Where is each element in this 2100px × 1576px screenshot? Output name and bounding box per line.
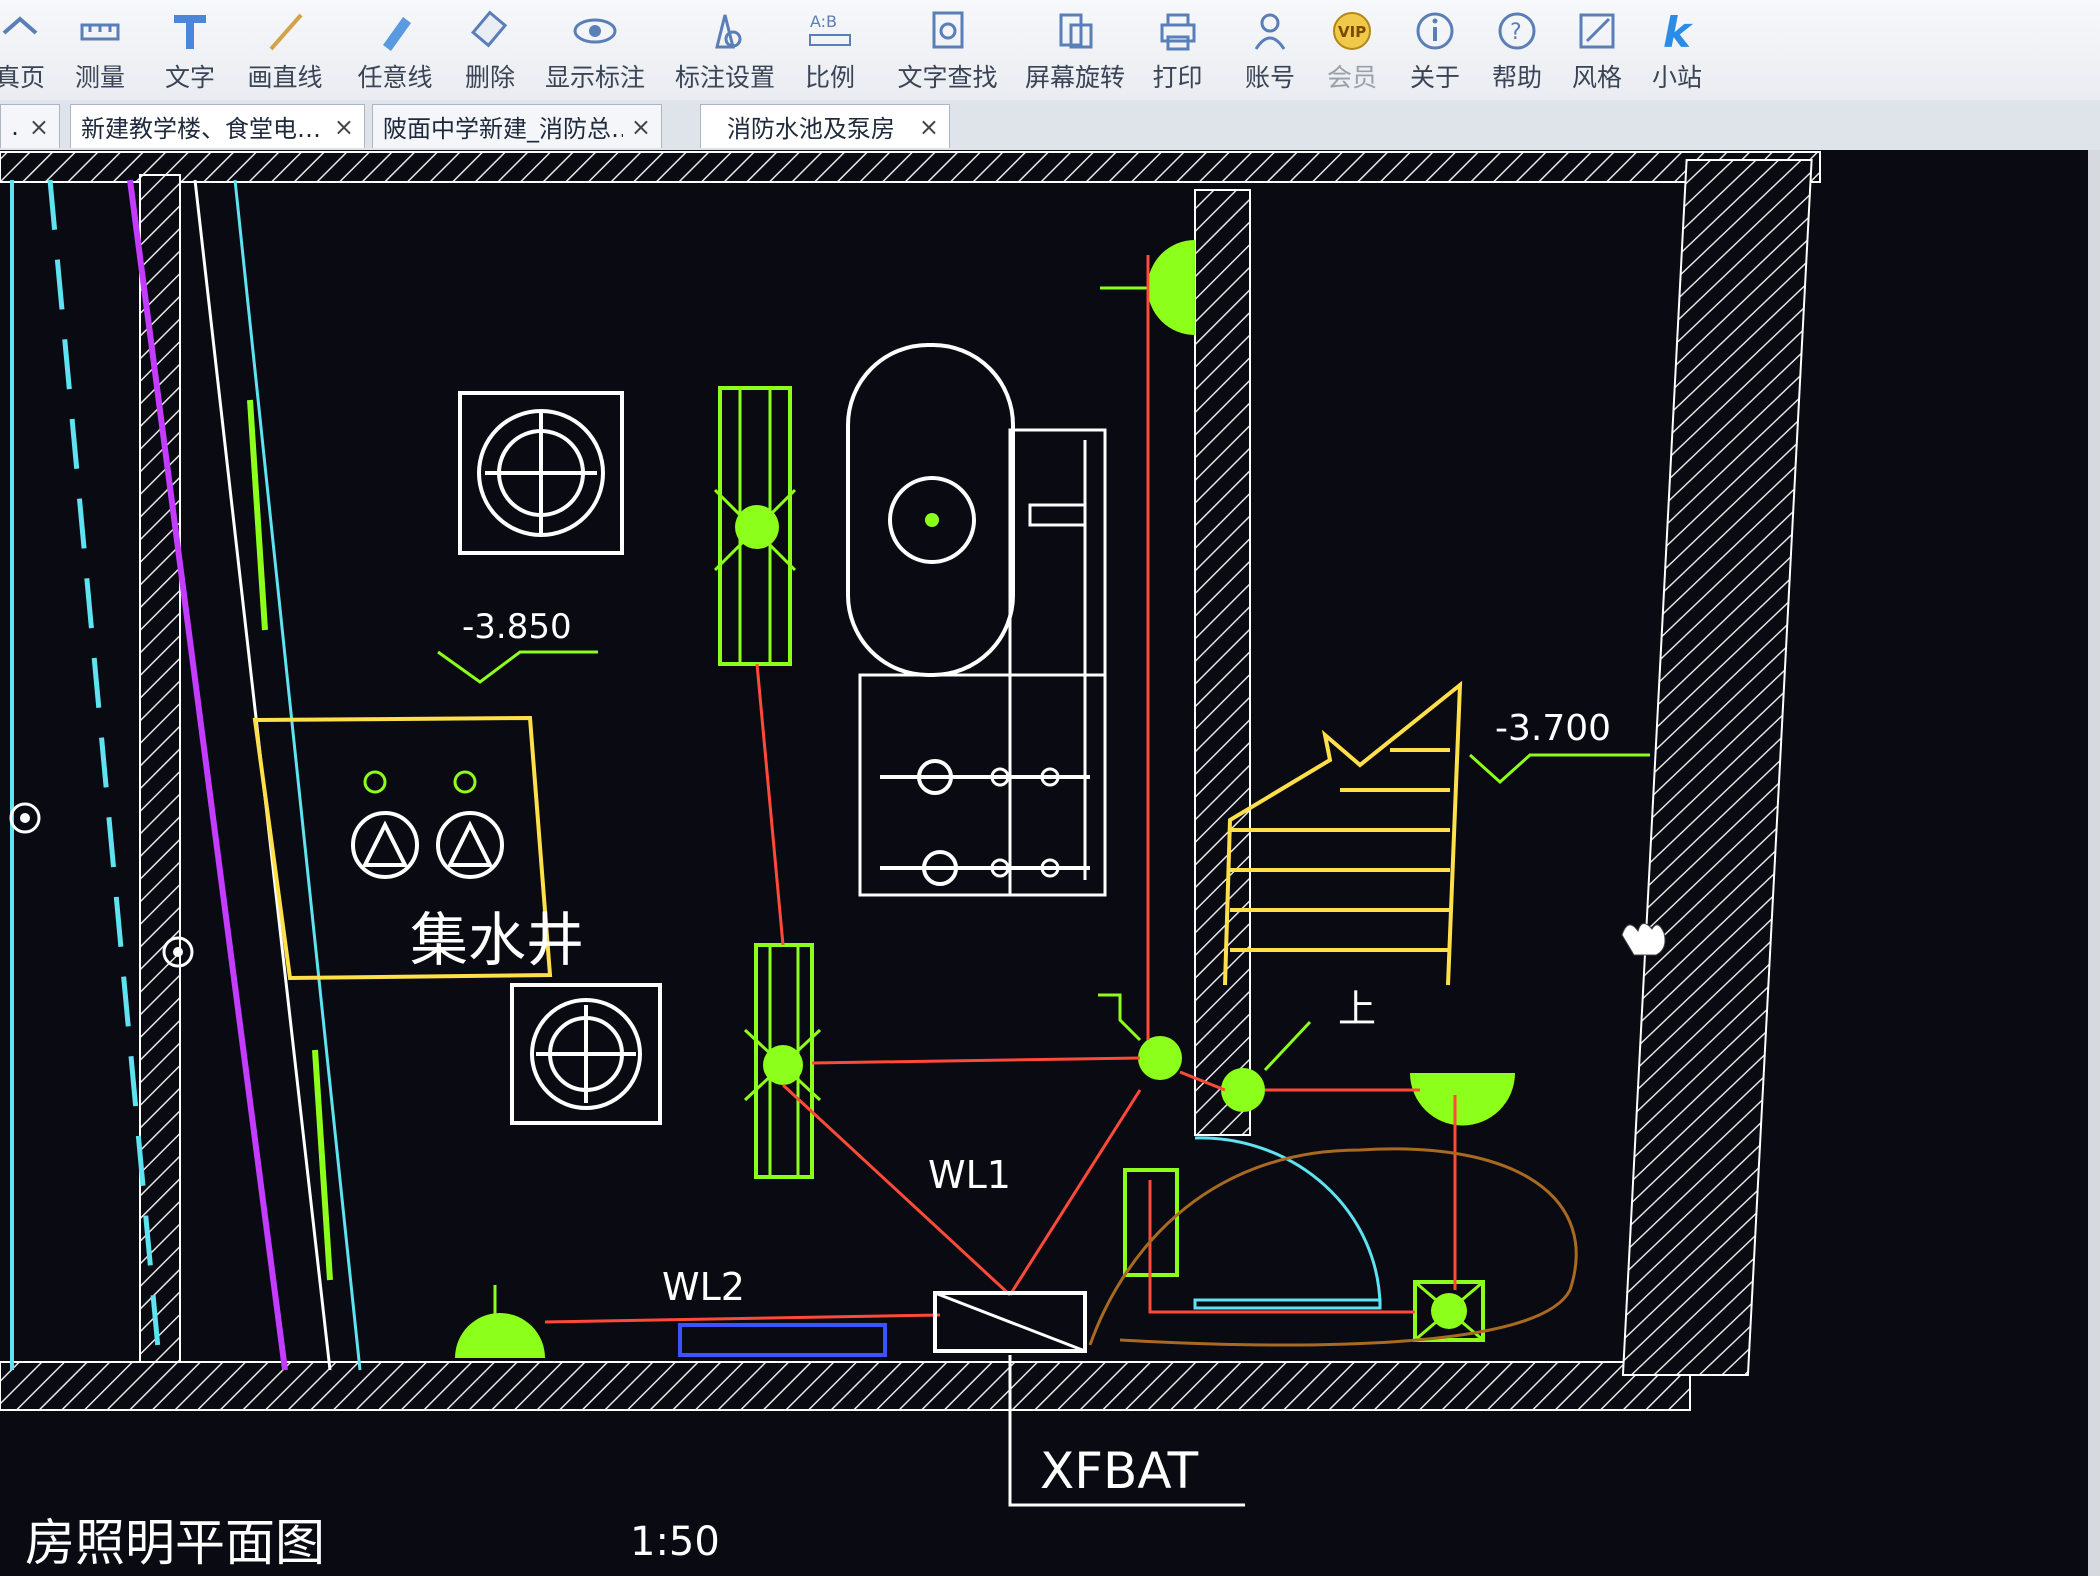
toolbar-freeline-button[interactable]: 任意线 — [355, 6, 435, 94]
toolbar-label: 测量 — [74, 63, 125, 92]
line-icon — [260, 6, 310, 56]
toolbar-label: 任意线 — [357, 63, 433, 92]
toolbar-label: 显示标注 — [545, 63, 646, 92]
home-icon — [0, 6, 45, 56]
k-logo-icon: k — [1652, 6, 1702, 56]
pen-icon — [370, 6, 420, 56]
toolbar-about-button[interactable]: 关于 — [1405, 6, 1465, 94]
stair-up-label: 上 — [1338, 987, 1376, 1031]
tab-fire-pool-pump-room[interactable]: 消防水池及泵房 × — [700, 104, 950, 148]
toolbar-label: 文字查找 — [897, 63, 998, 92]
svg-text:k: k — [1663, 9, 1694, 53]
toolbar-label: 标注设置 — [674, 63, 775, 92]
toolbar-label: 会员 — [1326, 63, 1377, 92]
vertical-scrollbar[interactable] — [2088, 150, 2100, 1576]
toolbar-show-annotations-button[interactable]: 显示标注 — [545, 6, 645, 94]
eye-icon — [570, 6, 620, 56]
drawing-scale: 1:50 — [630, 1519, 720, 1565]
tab-label: 陂面中学新建_消防总… — [383, 115, 623, 143]
user-icon — [1245, 6, 1295, 56]
toolbar-label: 小站 — [1651, 63, 1702, 92]
toolbar-label: 文字 — [164, 63, 215, 92]
toolbar-label: 打印 — [1152, 63, 1203, 92]
style-icon — [1572, 6, 1622, 56]
sump-label: 集水井 — [410, 906, 584, 974]
panel-label: XFBAT — [1040, 1442, 1199, 1500]
toolbar-measure-button[interactable]: 测量 — [70, 6, 130, 94]
annotation-settings-icon — [700, 6, 750, 56]
help-icon: ? — [1492, 6, 1542, 56]
toolbar-vip-button[interactable]: VIP 会员 — [1322, 6, 1382, 94]
toolbar-print-button[interactable]: 打印 — [1150, 6, 1205, 94]
tab-fire-protection[interactable]: 陂面中学新建_消防总… × — [372, 104, 662, 148]
svg-text:A:B: A:B — [810, 12, 837, 31]
toolbar-text-button[interactable]: 文字 — [155, 6, 225, 94]
toolbar-label: 账号 — [1244, 63, 1295, 92]
toolbar-label: 帮助 — [1491, 63, 1542, 92]
toolbar-label: 真页 — [0, 63, 46, 92]
printer-icon — [1153, 6, 1203, 56]
eraser-icon — [465, 6, 515, 56]
toolbar-delete-button[interactable]: 删除 — [455, 6, 525, 94]
tab-close-icon[interactable]: × — [919, 113, 939, 141]
toolbar-label: 关于 — [1409, 63, 1460, 92]
drawing-title: 房照明平面图 — [25, 1514, 325, 1572]
wire-label-wl1: WL1 — [928, 1153, 1011, 1197]
elevation-label: -3.700 — [1495, 708, 1611, 749]
text-search-icon — [923, 6, 973, 56]
tab-previous[interactable]: … × — [0, 104, 60, 148]
cad-drawing-canvas[interactable]: 集水井 -3.850 -3.700 WL1 WL2 XFBAT 上 房照明平面图… — [0, 150, 2100, 1576]
toolbar-style-button[interactable]: 风格 — [1567, 6, 1627, 94]
tab-label: … — [11, 113, 21, 141]
rotate-icon — [1050, 6, 1100, 56]
tab-label: 消防水池及泵房 — [726, 115, 895, 143]
toolbar-account-button[interactable]: 账号 — [1240, 6, 1300, 94]
toolbar-label: 比例 — [804, 63, 855, 92]
toolbar-line-button[interactable]: 画直线 — [245, 6, 325, 94]
tab-label: 新建教学楼、食堂电… — [81, 115, 321, 143]
text-icon — [165, 6, 215, 56]
toolbar: 真页 测量 文字 画直线 任意线 删除 显示标注 标注设置 A:B 比例 文字查… — [0, 0, 2100, 101]
toolbar-scale-button[interactable]: A:B 比例 — [800, 6, 860, 94]
svg-text:?: ? — [1510, 20, 1522, 45]
toolbar-annotation-settings-button[interactable]: 标注设置 — [670, 6, 780, 94]
toolbar-help-button[interactable]: ? 帮助 — [1487, 6, 1547, 94]
scale-icon: A:B — [805, 6, 855, 56]
toolbar-label: 风格 — [1571, 63, 1622, 92]
document-tab-bar: … × 新建教学楼、食堂电… × 陂面中学新建_消防总… × 消防水池及泵房 × — [0, 100, 2100, 152]
tab-teaching-building[interactable]: 新建教学楼、食堂电… × — [70, 104, 365, 148]
toolbar-home-button[interactable]: 真页 — [0, 6, 45, 94]
elevation-label: -3.850 — [462, 607, 572, 647]
wire-label-wl2: WL2 — [662, 1265, 745, 1309]
vip-icon: VIP — [1327, 6, 1377, 56]
info-icon — [1410, 6, 1460, 56]
toolbar-site-button[interactable]: k 小站 — [1647, 6, 1707, 94]
tab-close-icon[interactable]: × — [631, 113, 651, 141]
tab-close-icon[interactable]: × — [29, 113, 49, 141]
toolbar-rotate-button[interactable]: 屏幕旋转 — [1025, 6, 1125, 94]
toolbar-text-search-button[interactable]: 文字查找 — [895, 6, 1000, 94]
toolbar-label: 删除 — [464, 63, 515, 92]
tab-close-icon[interactable]: × — [334, 113, 354, 141]
toolbar-label: 屏幕旋转 — [1025, 63, 1126, 92]
measure-icon — [75, 6, 125, 56]
toolbar-label: 画直线 — [247, 63, 323, 92]
vip-badge-text: VIP — [1338, 23, 1366, 41]
